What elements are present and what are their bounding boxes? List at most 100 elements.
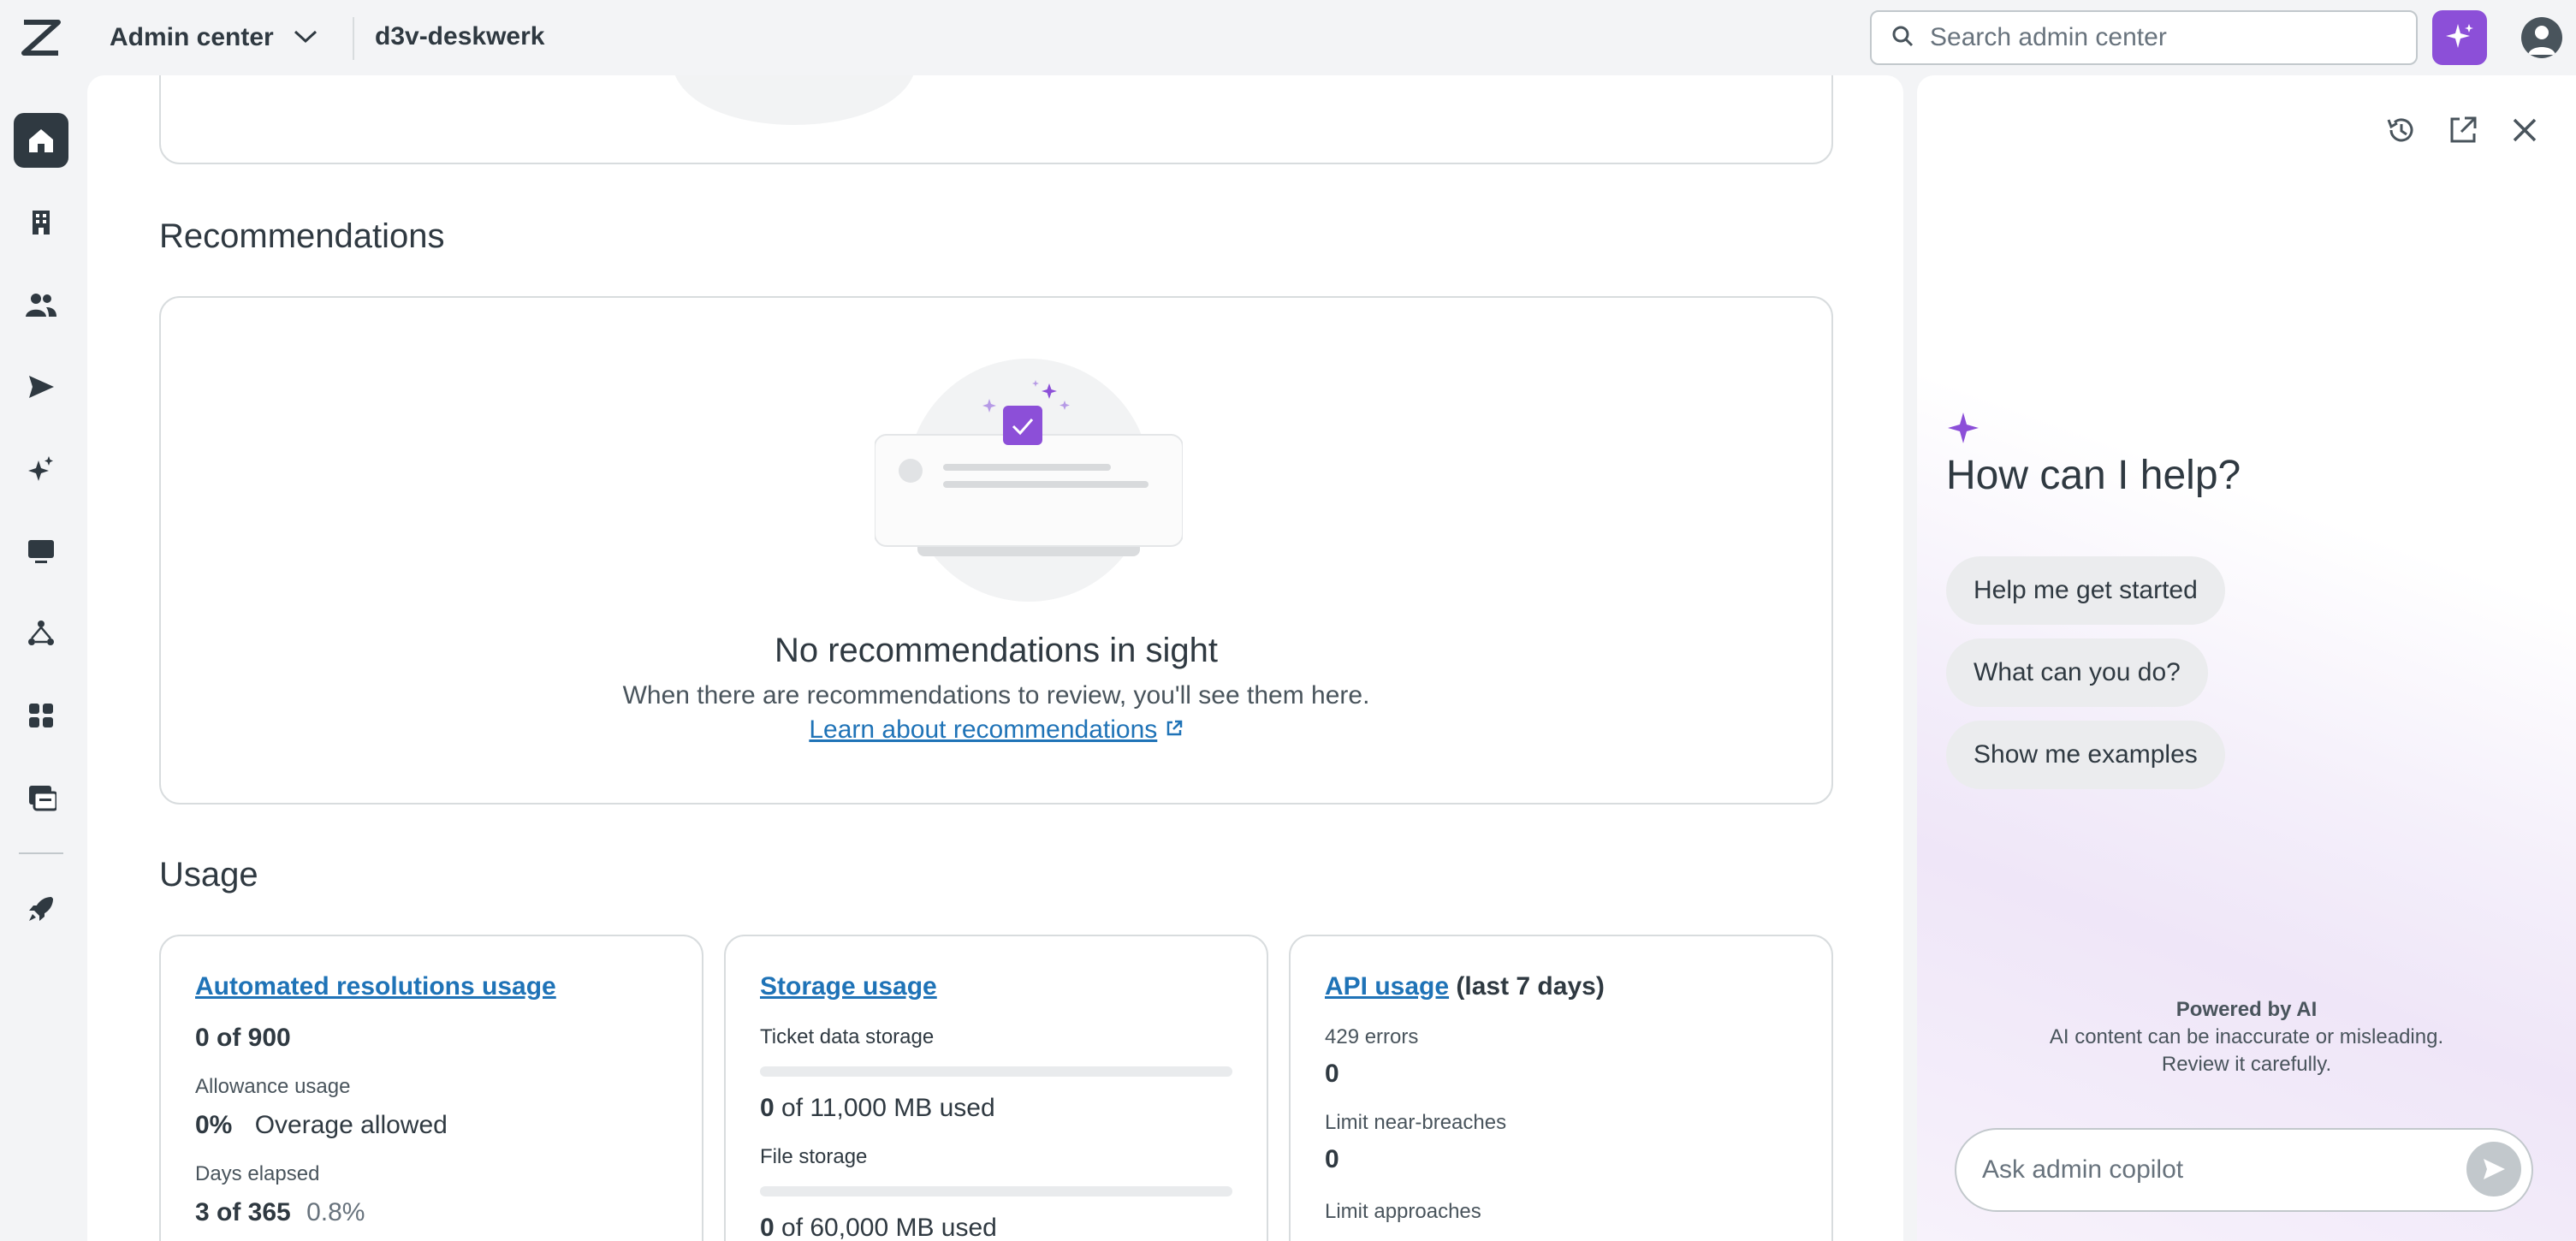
learn-link-text[interactable]: Learn about recommendations (809, 716, 1157, 744)
ticket-storage-used-number: 0 (760, 1094, 775, 1122)
days-elapsed-percent: 0.8% (306, 1198, 365, 1226)
limit-near-breaches-value-row: 0 (1325, 1145, 1797, 1174)
file-storage-used-number: 0 (760, 1214, 775, 1241)
sidebar-item-ai[interactable] (14, 442, 68, 496)
product-switcher[interactable]: Admin center (110, 21, 318, 55)
suggestion-chip-show-examples[interactable]: Show me examples (1946, 721, 2225, 789)
ai-sparkle-icon (28, 456, 53, 481)
days-elapsed-row: 3 of 365 0.8% (195, 1198, 668, 1227)
ticket-storage-value: 0 of 11,000 MB used (760, 1094, 1232, 1123)
apps-grid-icon (29, 704, 53, 727)
pop-out-icon (2450, 116, 2477, 143)
home-icon (29, 129, 53, 152)
copilot-toggle-button[interactable] (2432, 10, 2487, 65)
file-storage-label: File storage (760, 1145, 868, 1168)
history-icon (2387, 118, 2413, 142)
learn-about-recommendations-link[interactable]: Learn about recommendations (161, 716, 1831, 745)
user-avatar[interactable] (2521, 17, 2562, 58)
allowance-usage-row: 0% Overage allowed (195, 1111, 668, 1140)
days-elapsed-label: Days elapsed (195, 1162, 320, 1185)
automated-resolutions-link[interactable]: Automated resolutions usage (195, 972, 668, 1001)
sidebar-item-objects-and-rules[interactable] (14, 606, 68, 661)
ai-disclaimer-line-2: Review it carefully. (2161, 1053, 2332, 1076)
zendesk-logo-icon[interactable] (21, 19, 62, 56)
allowance-usage-label: Allowance usage (195, 1075, 351, 1098)
objects-rules-icon (28, 620, 54, 645)
send-icon (29, 376, 54, 398)
suggestion-chip-get-started[interactable]: Help me get started (1946, 556, 2225, 625)
chevron-down-icon (293, 23, 318, 52)
product-name: Admin center (110, 23, 274, 51)
marketplace-icon (29, 786, 56, 811)
ask-copilot-box[interactable] (1955, 1128, 2533, 1212)
storage-usage-card: Storage usage Ticket data storage 0 of 1… (724, 935, 1268, 1241)
account-name: d3v-deskwerk (375, 22, 545, 50)
usage-heading: Usage (159, 856, 258, 894)
search-icon (1890, 24, 1914, 52)
building-icon (33, 211, 50, 235)
sidebar-item-channels[interactable] (14, 359, 68, 414)
api-429-errors-label: 429 errors (1325, 1025, 1419, 1048)
search-box[interactable] (1870, 10, 2418, 65)
automated-value-rest: of 900 (209, 1024, 291, 1052)
suggestion-chip-what-can-you-do[interactable]: What can you do? (1946, 638, 2208, 707)
illustration-partial (675, 75, 913, 125)
ticket-storage-used-rest: of 11,000 MB used (774, 1094, 995, 1122)
people-icon (26, 294, 56, 317)
monitor-icon (28, 540, 54, 563)
storage-usage-link[interactable]: Storage usage (760, 972, 1232, 1001)
file-storage-progress-bar (760, 1186, 1232, 1196)
allowance-usage-value: 0% (195, 1111, 233, 1139)
search-input[interactable] (1930, 23, 2392, 52)
file-storage-value: 0 of 60,000 MB used (760, 1214, 1232, 1241)
api-usage-link[interactable]: API usage (1325, 972, 1449, 1001)
close-icon (2513, 118, 2537, 142)
main-content: Recommendations No recommendations in si… (87, 75, 1903, 1241)
topbar-divider (353, 17, 354, 60)
sidebar-item-apps-and-integrations[interactable] (14, 688, 68, 743)
ticket-data-storage-label: Ticket data storage (760, 1025, 935, 1048)
rocket-icon (29, 897, 53, 921)
days-elapsed-value: 3 of 365 (195, 1198, 291, 1226)
automated-resolutions-value: 0 of 900 (195, 1024, 668, 1053)
recommendations-heading: Recommendations (159, 217, 445, 255)
send-icon (2484, 1159, 2505, 1179)
send-button[interactable] (2466, 1142, 2521, 1196)
external-link-icon (1166, 720, 1182, 736)
user-icon (2528, 26, 2555, 55)
empty-state-description: When there are recommendations to review… (622, 681, 1370, 710)
api-usage-card: API usage (last 7 days) 429 errors 0 Lim… (1289, 935, 1833, 1241)
close-panel-button[interactable] (2506, 111, 2543, 149)
copilot-panel: How can I help? Help me get started What… (1917, 75, 2576, 1241)
overage-allowed-text: Overage allowed (254, 1111, 448, 1139)
sidebar-item-workspaces[interactable] (14, 524, 68, 579)
sidebar-item-home[interactable] (14, 113, 68, 168)
automated-resolutions-card: Automated resolutions usage 0 of 900 All… (159, 935, 703, 1241)
ai-disclaimer-line-1: AI content can be inaccurate or misleadi… (2049, 1025, 2444, 1048)
ask-copilot-input[interactable] (1982, 1155, 2444, 1185)
empty-recommendations-illustration (875, 359, 1183, 602)
sparkle-icon (2446, 24, 2473, 48)
api-usage-title-row: API usage (last 7 days) (1325, 972, 1797, 1001)
copilot-heading: How can I help? (1946, 453, 2241, 498)
api-429-errors-value-row: 0 (1325, 1060, 1797, 1089)
api-usage-period: (last 7 days) (1449, 972, 1605, 1001)
sidebar-item-get-started[interactable] (14, 882, 68, 936)
sparkle-icon (1948, 413, 1979, 443)
file-storage-used-rest: of 60,000 MB used (774, 1214, 997, 1241)
limit-approaches-label: Limit approaches (1325, 1200, 1481, 1223)
pop-out-button[interactable] (2444, 111, 2482, 149)
powered-by-ai-label: Powered by AI (2175, 998, 2318, 1021)
ticket-storage-progress-bar (760, 1066, 1232, 1077)
limit-near-breaches-label: Limit near-breaches (1325, 1111, 1507, 1134)
sidebar-item-people[interactable] (14, 277, 68, 332)
sidebar-nav (0, 75, 86, 1241)
sidebar-item-account[interactable] (14, 195, 68, 250)
api-429-errors-value: 0 (1325, 1060, 1339, 1088)
recommendations-card: No recommendations in sight When there a… (159, 296, 1833, 805)
history-button[interactable] (2383, 111, 2420, 149)
sidebar-item-marketplace[interactable] (14, 770, 68, 825)
empty-state-title: No recommendations in sight (774, 632, 1219, 669)
automated-value-number: 0 (195, 1024, 210, 1052)
top-bar: Admin center d3v-deskwerk (0, 0, 2576, 75)
